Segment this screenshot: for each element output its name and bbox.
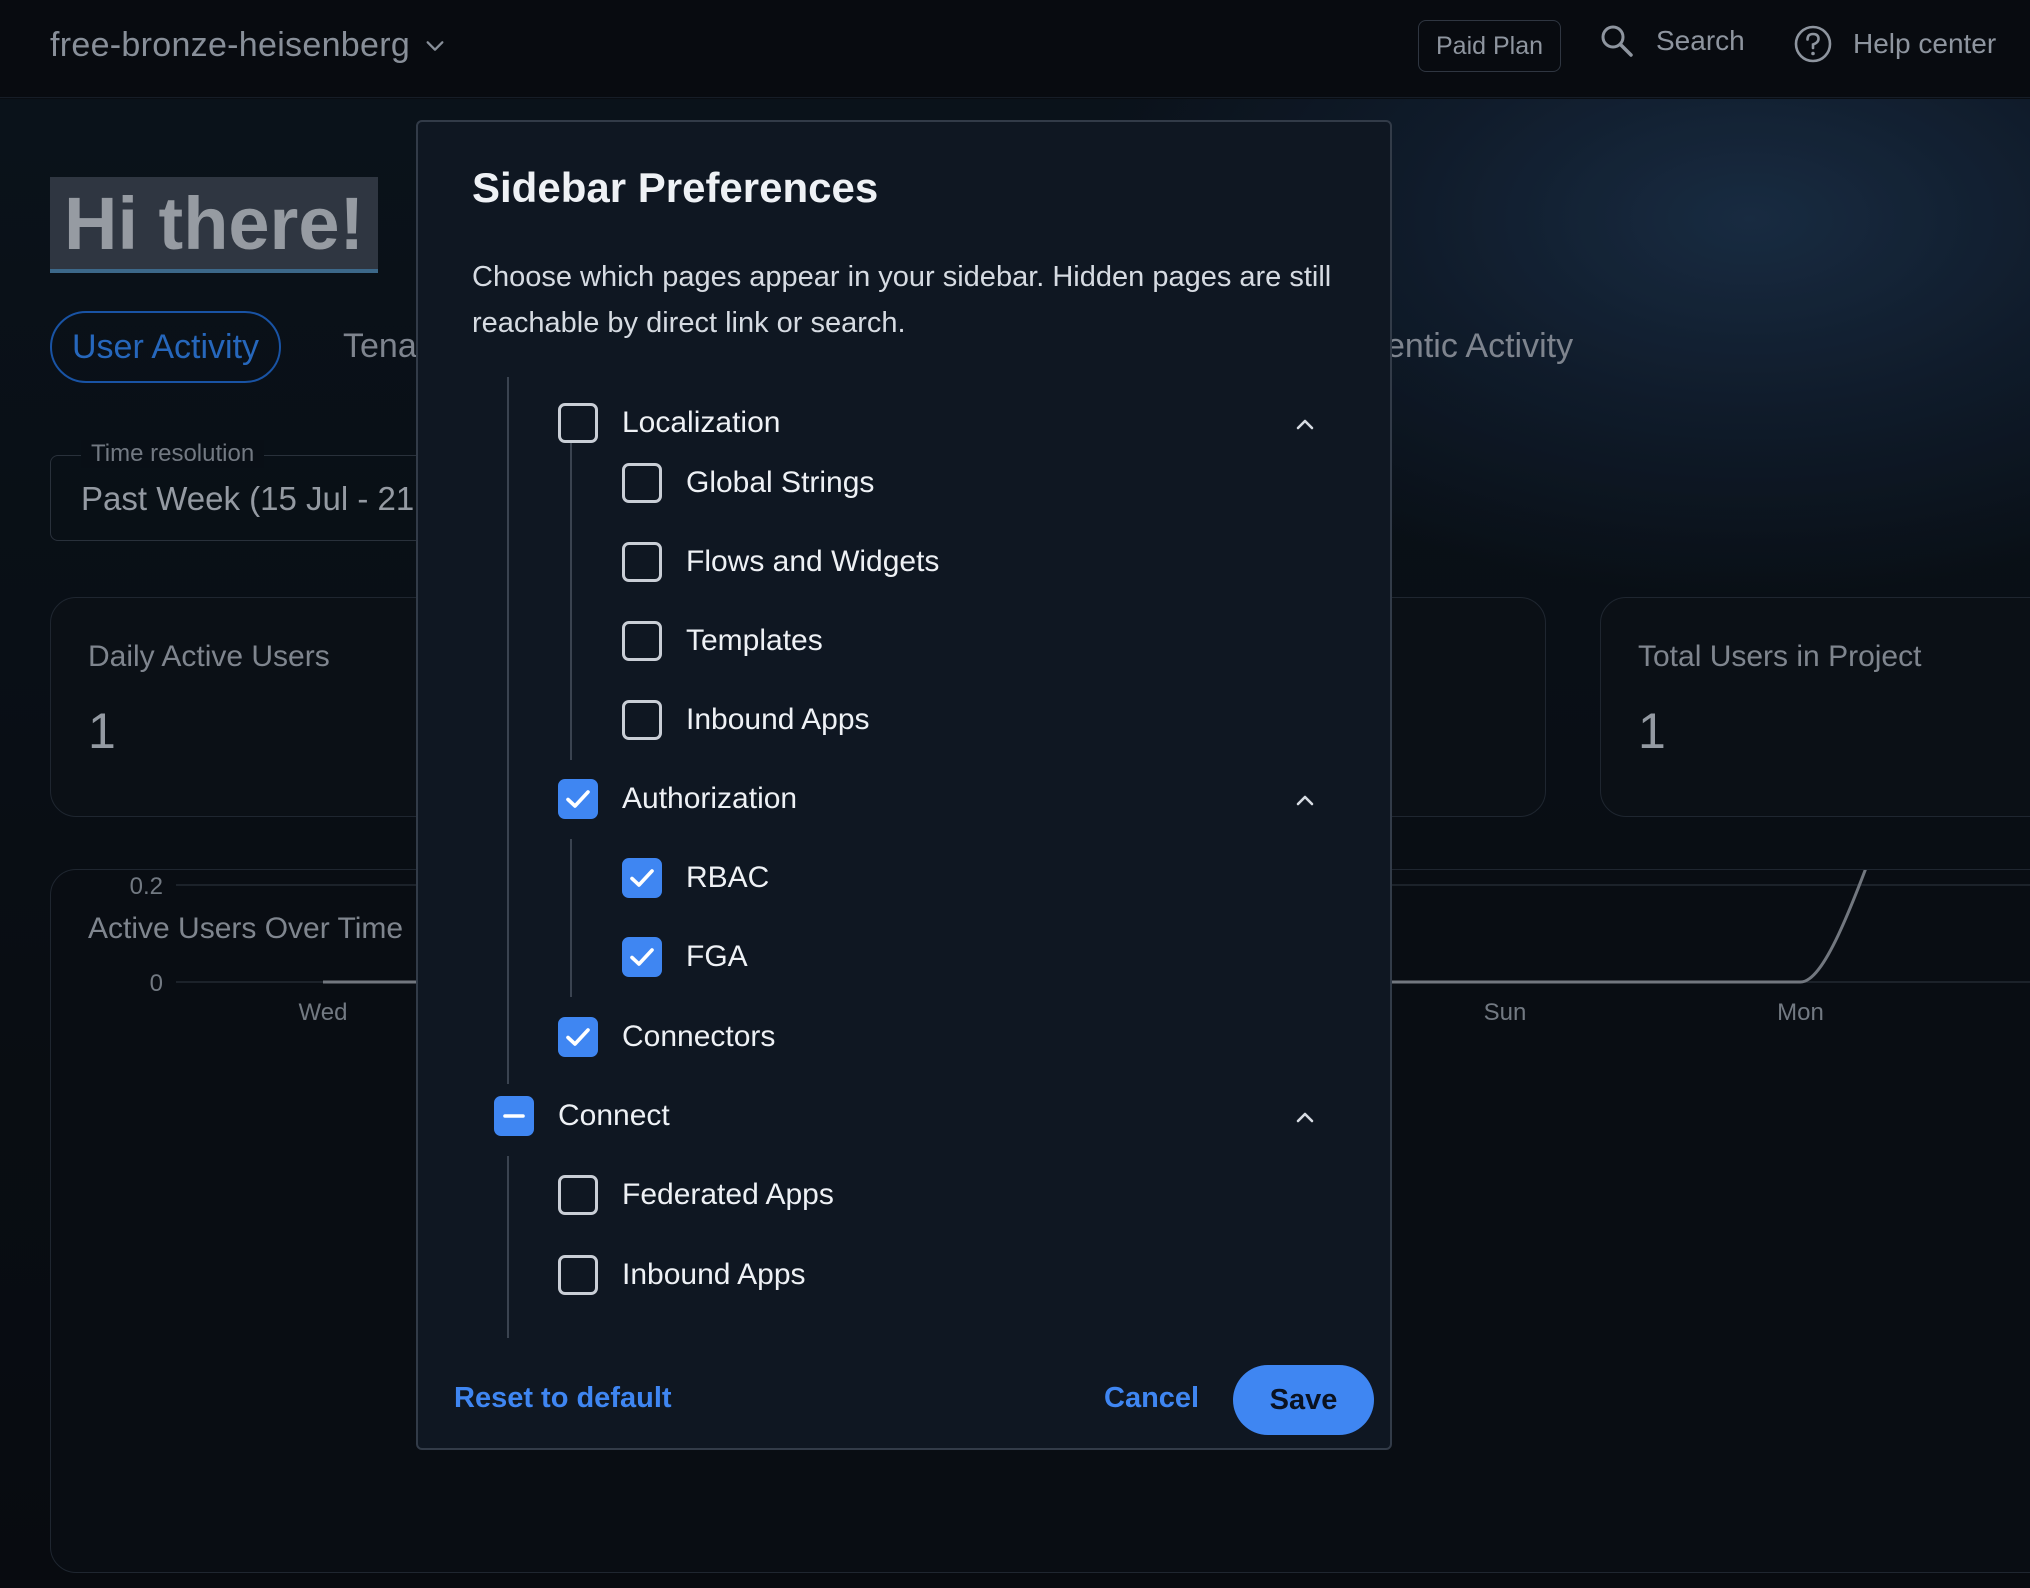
checkbox[interactable] [622, 858, 662, 898]
dialog-description: Choose which pages appear in your sideba… [472, 261, 1332, 339]
pref-item-localization[interactable]: Localization [558, 403, 780, 443]
checkbox[interactable] [558, 1017, 598, 1057]
chevron-up-icon[interactable] [1290, 1102, 1320, 1132]
checkmark-icon [566, 1028, 590, 1046]
dialog-title: Sidebar Preferences [472, 164, 879, 211]
save-button[interactable]: Save [1233, 1365, 1374, 1435]
pref-item-label: Inbound Apps [686, 703, 870, 736]
pref-item-label: Localization [622, 406, 781, 439]
pref-item-label: Connect [558, 1099, 670, 1132]
minus-icon [503, 1114, 525, 1118]
chevron-up-icon[interactable] [1290, 785, 1320, 815]
pref-item-inbound-apps[interactable]: Inbound Apps [622, 700, 870, 740]
pref-item-label: Connectors [622, 1020, 776, 1053]
pref-item-label: FGA [686, 940, 748, 973]
pref-item-rbac[interactable]: RBAC [622, 858, 769, 898]
checkbox[interactable] [622, 621, 662, 661]
tree-line-authorization-children [570, 839, 572, 997]
pref-item-connect[interactable]: Connect [494, 1096, 670, 1136]
tree-line-localization-children [570, 442, 572, 760]
pref-item-label: Templates [686, 624, 823, 657]
pref-item-global-strings[interactable]: Global Strings [622, 463, 874, 503]
pref-item-label: RBAC [686, 861, 770, 894]
sidebar-preferences-dialog: Sidebar Preferences Choose which pages a… [416, 120, 1392, 1450]
checkbox[interactable] [558, 403, 598, 443]
checkbox[interactable] [622, 463, 662, 503]
pref-item-label: Federated Apps [622, 1178, 834, 1211]
pref-item-label: Inbound Apps [622, 1258, 806, 1291]
checkbox[interactable] [558, 779, 598, 819]
pref-item-label: Global Strings [686, 466, 875, 499]
checkbox[interactable] [622, 937, 662, 977]
pref-item-authorization[interactable]: Authorization [558, 779, 797, 819]
pref-item-label: Authorization [622, 782, 798, 815]
chevron-up-icon[interactable] [1290, 409, 1320, 439]
pref-item-connectors[interactable]: Connectors [558, 1017, 775, 1057]
reset-to-default-button[interactable]: Reset to default [454, 1382, 672, 1415]
checkbox[interactable] [558, 1175, 598, 1215]
checkmark-icon [566, 790, 590, 808]
pref-item-templates[interactable]: Templates [622, 621, 823, 661]
pref-item-flows-and-widgets[interactable]: Flows and Widgets [622, 542, 939, 582]
pref-item-connect-inbound-apps[interactable]: Inbound Apps [558, 1255, 806, 1295]
checkbox[interactable] [622, 542, 662, 582]
pref-item-fga[interactable]: FGA [622, 937, 748, 977]
checkmark-icon [630, 869, 654, 887]
checkbox[interactable] [622, 700, 662, 740]
pref-item-federated-apps[interactable]: Federated Apps [558, 1175, 834, 1215]
cancel-button[interactable]: Cancel [1104, 1382, 1199, 1415]
tree-line-connect-children [507, 1156, 509, 1338]
checkbox[interactable] [558, 1255, 598, 1295]
pref-item-label: Flows and Widgets [686, 545, 940, 578]
tree-line-localization-group [507, 377, 509, 1084]
checkmark-icon [630, 948, 654, 966]
indeterminate-checkbox[interactable] [494, 1096, 534, 1136]
